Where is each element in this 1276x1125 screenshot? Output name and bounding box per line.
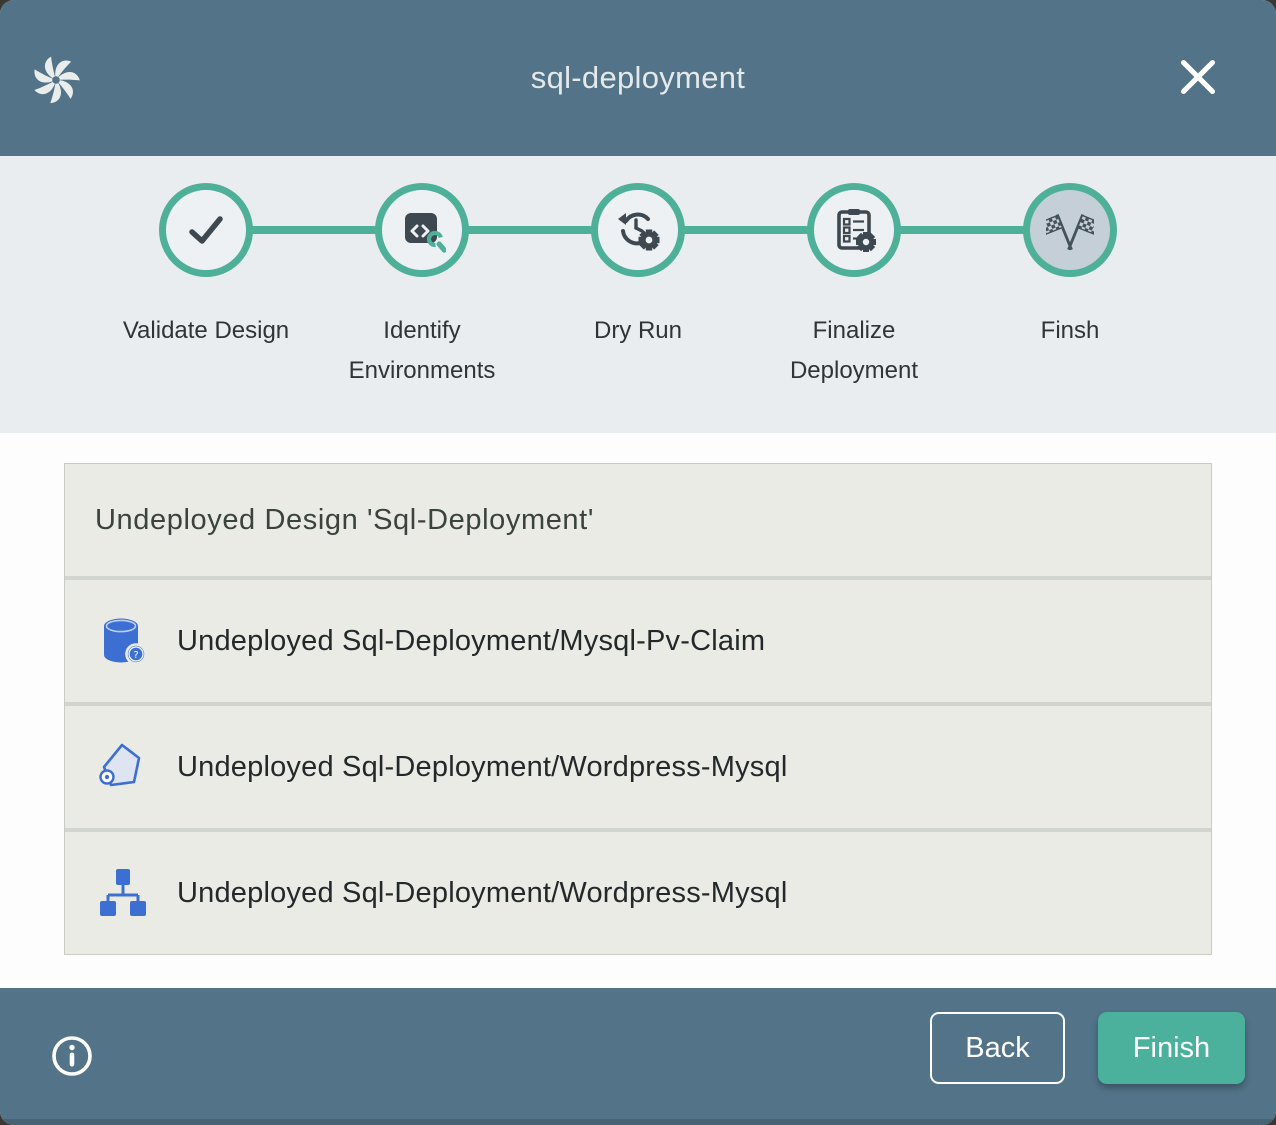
database-icon: ? — [97, 613, 149, 669]
step-finalize-deployment[interactable]: Finalize Deployment — [746, 183, 962, 391]
deployment-status-panel: Undeployed Design 'Sql-Deployment' ? Und… — [64, 463, 1212, 955]
dialog-header: sql-deployment — [0, 0, 1276, 156]
status-text: Undeployed Sql-Deployment/Wordpress-Mysq… — [177, 751, 787, 784]
wizard-stepper-band: Validate Design — [0, 156, 1276, 433]
status-text: Undeployed Sql-Deployment/Wordpress-Mysq… — [177, 877, 787, 910]
status-text: Undeployed Sql-Deployment/Mysql-Pv-Claim — [177, 625, 765, 658]
finish-button[interactable]: Finish — [1098, 1012, 1245, 1084]
sync-gear-icon — [591, 183, 685, 277]
step-dry-run[interactable]: Dry Run — [530, 183, 746, 391]
topology-icon — [97, 865, 149, 921]
dialog-title: sql-deployment — [531, 60, 745, 96]
status-row-wordpress-mysql-topology: Undeployed Sql-Deployment/Wordpress-Mysq… — [65, 832, 1211, 954]
dialog-footer: Back Finish — [0, 988, 1276, 1125]
finish-flags-icon — [1023, 183, 1117, 277]
checklist-gear-icon — [807, 183, 901, 277]
status-content: Undeployed Design 'Sql-Deployment' ? Und… — [0, 433, 1276, 988]
step-validate-design[interactable]: Validate Design — [98, 183, 314, 391]
step-finish[interactable]: Finsh — [962, 183, 1178, 391]
step-label: Finsh — [985, 311, 1155, 351]
step-label: Finalize Deployment — [769, 311, 939, 391]
check-icon — [159, 183, 253, 277]
step-label: Dry Run — [553, 311, 723, 351]
close-icon[interactable] — [1176, 56, 1220, 100]
code-wrench-icon — [375, 183, 469, 277]
status-row-mysql-pv-claim: ? Undeployed Sql-Deployment/Mysql-Pv-Cla… — [65, 580, 1211, 702]
step-label: Identify Environments — [337, 311, 507, 391]
status-title: Undeployed Design 'Sql-Deployment' — [95, 504, 594, 537]
info-icon[interactable] — [50, 1034, 94, 1078]
wizard-stepper: Validate Design — [98, 183, 1178, 391]
step-label: Validate Design — [121, 311, 291, 351]
status-title-row: Undeployed Design 'Sql-Deployment' — [65, 464, 1211, 576]
database-badge: ? — [133, 650, 138, 661]
back-button[interactable]: Back — [930, 1012, 1065, 1084]
service-node-icon — [97, 739, 149, 795]
step-identify-environments[interactable]: Identify Environments — [314, 183, 530, 391]
pinwheel-logo-icon — [30, 54, 82, 106]
status-row-wordpress-mysql-service: Undeployed Sql-Deployment/Wordpress-Mysq… — [65, 706, 1211, 828]
deployment-wizard-dialog: sql-deployment Validate Design — [0, 0, 1276, 1125]
